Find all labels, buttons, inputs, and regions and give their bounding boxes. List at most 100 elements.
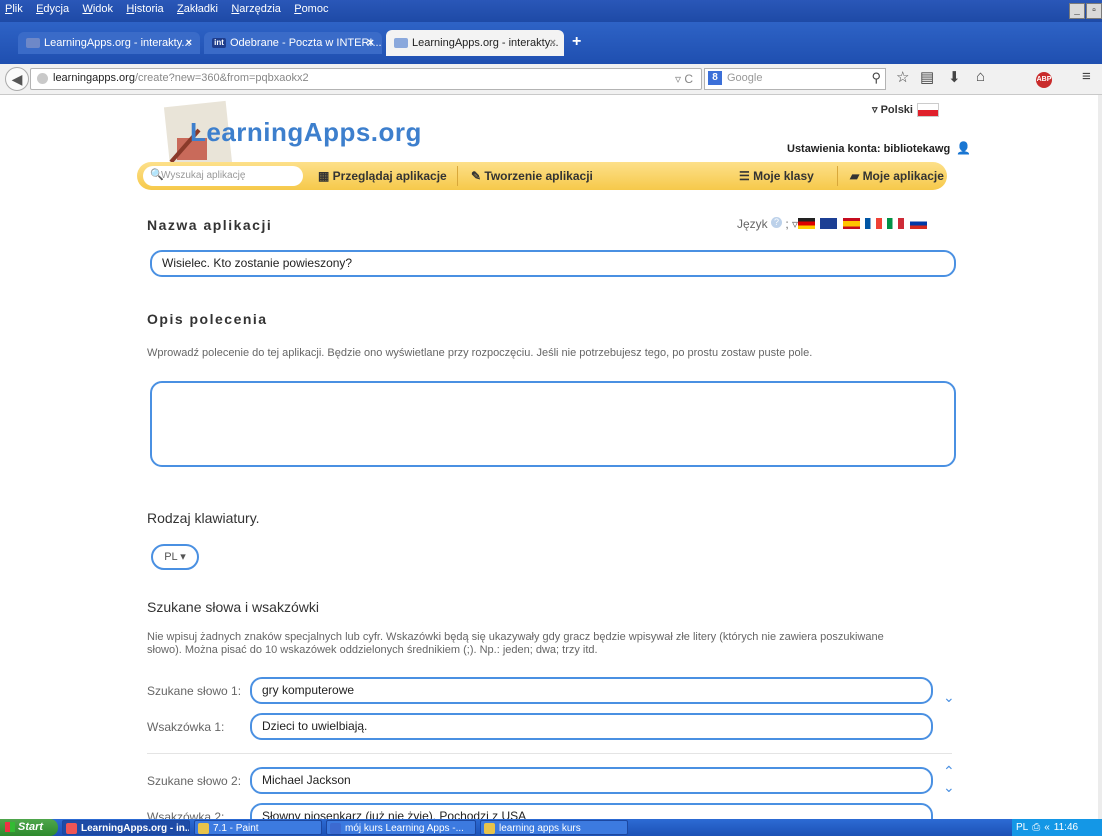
nav-browse-label: Przeglądaj aplikacje [332,169,447,183]
page-content: LearningApps.org ▿ Polski Ustawienia kon… [0,95,1098,819]
words-help-line-2: słowo). Można pisać do 10 wskazówek oddz… [147,644,598,656]
menu-plik[interactable]: Plik [0,0,28,15]
help-icon[interactable]: ? [771,217,783,228]
download-icon[interactable]: ⬇ [948,68,961,86]
pair-divider [147,753,952,754]
minimize-icon[interactable]: _ [1069,3,1085,19]
nav-create-label: Tworzenie aplikacji [484,169,593,183]
poland-flag-icon [916,103,939,118]
printer-icon[interactable]: ⎙ [1032,822,1040,833]
russian-flag-icon[interactable] [909,218,927,230]
menu-narzedzia[interactable]: Narzędzia [226,0,286,15]
nav-my-classes[interactable]: ☰ Moje klasy [739,169,814,183]
folder-icon: ▰ [850,169,863,183]
vertical-scrollbar[interactable] [1098,95,1102,819]
user-icon: 👤 [956,141,972,155]
search-placeholder: Google [727,72,763,84]
menu-icon[interactable]: ≡ [1082,68,1091,85]
chevron-left-icon[interactable]: « [1044,822,1050,833]
site-logo[interactable]: LearningApps.org [190,117,422,148]
word-1-input[interactable]: gry komputerowe [250,677,933,704]
close-icon[interactable]: × [186,32,192,54]
menu-pomoc[interactable]: Pomoc [289,0,333,15]
language-flags [798,216,929,230]
taskbar-item-word[interactable]: mój kurs Learning Apps -... [326,820,476,835]
tab-learningapps-1[interactable]: LearningApps.org - interakty... × [18,32,200,54]
nav-browse-apps[interactable]: ▦ Przeglądaj aplikacje [318,169,447,183]
french-flag-icon[interactable] [865,218,883,230]
search-box[interactable]: 8 Google ⚲ [704,68,886,90]
chevron-down-icon: ▾ [177,551,186,563]
app-search-input[interactable]: 🔍 Wyszukaj aplikację [143,166,303,186]
taskbar: Start LearningApps.org - in... 7.1 - Pai… [0,819,1102,836]
back-arrow-icon[interactable]: ◀ [5,67,29,91]
task-description-textarea[interactable] [150,381,956,467]
start-label: Start [18,821,44,833]
nav-divider [837,166,838,186]
taskbar-item-folder[interactable]: learning apps kurs [480,820,628,835]
nav-create-app[interactable]: ✎ Tworzenie aplikacji [471,169,593,183]
url-text: learningapps.org/create?new=360&from=pqb… [53,72,309,84]
folder-icon [484,823,495,834]
menu-historia[interactable]: Historia [121,0,168,15]
windows-logo-icon [5,822,15,833]
restore-icon[interactable]: ▫ [1086,3,1102,19]
search-icon[interactable]: ⚲ [871,70,881,86]
account-label: Ustawienia konta: bibliotekawg [787,143,951,155]
language-label: Polski [880,104,913,116]
taskbar-item-label: learning apps kurs [499,823,581,834]
bookmarks-list-icon[interactable]: ▤ [920,68,934,86]
page-icon [26,38,40,48]
italian-flag-icon[interactable] [887,218,905,230]
task-description-help: Wprowadź polecenie do tej aplikacji. Będ… [147,347,813,359]
nav-myapps-label: Moje aplikacje [862,169,944,183]
german-flag-icon[interactable] [798,218,815,230]
hint-2-input[interactable]: Słowny piosenkarz (już nie żyje). Pochod… [250,803,933,819]
list-icon: ☰ [739,169,754,183]
uk-flag-icon[interactable] [820,218,838,230]
language-picker-label: Język ? ; ▿ [737,217,799,231]
tab-learningapps-active[interactable]: LearningApps.org - interakty... × [386,30,564,56]
language-indicator[interactable]: PL [1016,822,1028,833]
tab-poczta[interactable]: int Odebrane - Poczta w INTERI... × [204,32,382,54]
clock[interactable]: 11:46 [1054,822,1078,833]
word-2-input[interactable]: Michael Jackson [250,767,933,794]
paint-icon [198,823,209,834]
bookmark-star-icon[interactable]: ☆ [896,68,909,86]
chevron-down-icon[interactable]: ⌄ [943,779,955,796]
hint-1-input[interactable]: Dzieci to uwielbiają. [250,713,933,740]
chevron-up-icon[interactable]: ⌃ [943,763,955,780]
new-tab-button[interactable]: + [572,33,581,51]
adblock-icon[interactable]: ABP [1036,72,1052,88]
nav-my-apps[interactable]: ▰ Moje aplikacje [850,169,944,183]
taskbar-item-paint[interactable]: 7.1 - Paint [194,820,322,835]
menu-edycja[interactable]: Edycja [31,0,74,15]
reload-icon[interactable]: ▿ C [675,72,693,86]
navigation-bar: ◀ learningapps.org/create?new=360&from=p… [0,64,1102,95]
spanish-flag-icon[interactable] [842,218,860,230]
words-help-line-1: Nie wpisuj żadnych znaków specjalnych lu… [147,631,884,643]
window-controls: _ ▫ [1068,2,1102,19]
taskbar-item-label: LearningApps.org - in... [81,823,190,834]
menu-widok[interactable]: Widok [77,0,118,15]
app-name-input[interactable]: Wisielec. Kto zostanie powieszony? [150,250,956,277]
taskbar-item-browser[interactable]: LearningApps.org - in... [62,820,190,835]
home-icon[interactable]: ⌂ [976,68,985,85]
close-icon[interactable]: × [550,30,556,56]
keyboard-type-heading: Rodzaj klawiatury. [147,510,260,526]
menu-bar: Plik Edycja Widok Historia Zakładki Narz… [0,0,1102,22]
url-path: /create?new=360&from=pqbxaokx2 [134,72,309,84]
account-settings[interactable]: Ustawienia konta: bibliotekawg 👤 [787,141,971,155]
start-button[interactable]: Start [0,819,58,836]
language-select[interactable]: ▿ Polski [872,103,939,118]
language-text: Język [737,217,768,231]
app-navigation: 🔍 Wyszukaj aplikację ▦ Przeglądaj aplika… [137,162,947,190]
firefox-icon [66,823,77,834]
close-icon[interactable]: × [368,32,374,54]
chevron-down-icon[interactable]: ⌄ [943,689,955,706]
url-bar[interactable]: learningapps.org/create?new=360&from=pqb… [30,68,702,90]
word-1-label: Szukane słowo 1: [147,684,242,698]
keyboard-type-select[interactable]: PL ▾ [151,544,199,570]
task-description-heading: Opis polecenia [147,311,268,327]
menu-zakladki[interactable]: Zakładki [172,0,223,15]
